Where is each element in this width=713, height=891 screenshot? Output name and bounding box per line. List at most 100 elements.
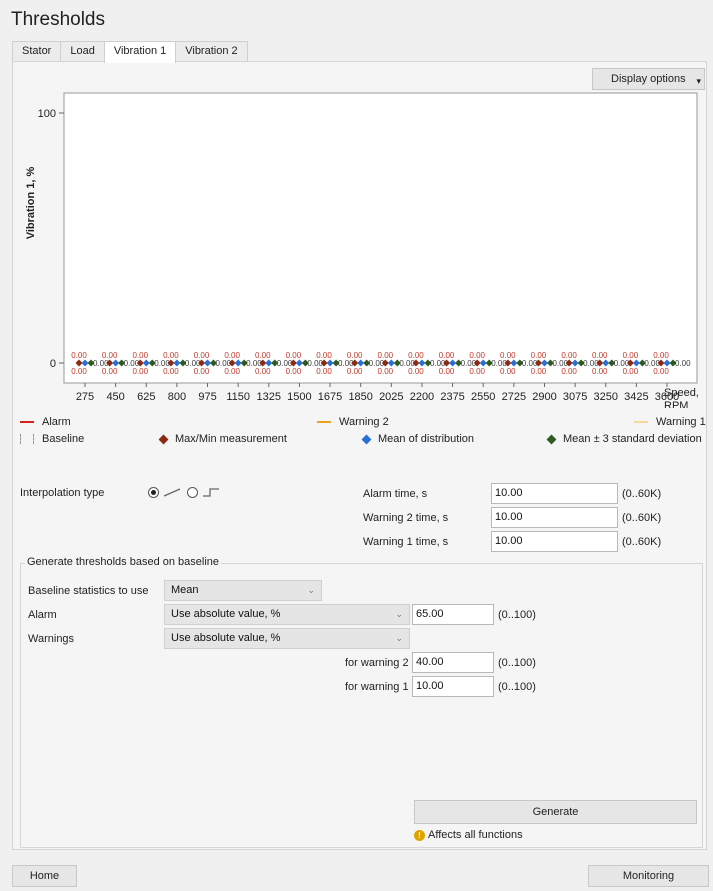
tab-stator[interactable]: Stator	[12, 41, 62, 62]
warning-1-value-label: for warning 1	[345, 681, 409, 693]
legend-warning-1-label: Warning 1	[656, 416, 706, 428]
data-label-min: 0.00	[408, 367, 424, 376]
data-label-min: 0.00	[286, 367, 302, 376]
x-axis-label-line-1: Speed,	[664, 387, 699, 399]
legend-maxmin-label: Max/Min measurement	[175, 433, 287, 445]
legend-warning-2: Warning 2	[317, 416, 389, 428]
data-points: 0.00 0.00 0.00 0.00 0.00 0.00 0.00 0.00 0.00 0.00…	[71, 351, 691, 376]
home-button[interactable]: Home	[12, 865, 77, 887]
legend-alarm: Alarm	[20, 416, 71, 428]
warning-2-line-icon	[317, 421, 331, 423]
data-label-min: 0.00	[71, 367, 87, 376]
warning-2-value-input[interactable]: 40.00	[412, 652, 494, 673]
x-axis-label-line-2: RPM	[664, 400, 688, 408]
x-axis-ticks: 275 450 625 800 975 1150 1325 1500 1675 1850 2025 2…	[76, 383, 679, 403]
warning-2-time-input[interactable]: 10.00	[491, 507, 618, 528]
tab-vibration-1[interactable]: Vibration 1	[103, 41, 177, 63]
x-tick-label: 3250	[593, 391, 617, 403]
warning-1-time-range: (0..60K)	[622, 536, 662, 548]
data-label-max: 0.00	[132, 351, 148, 360]
monitoring-button[interactable]: Monitoring	[588, 865, 709, 887]
x-tick-label: 3075	[563, 391, 587, 403]
data-label-max: 0.00	[378, 351, 394, 360]
data-label-min: 0.00	[469, 367, 485, 376]
x-tick-label: 275	[76, 391, 94, 403]
data-label-min: 0.00	[102, 367, 118, 376]
generate-button[interactable]: Generate	[414, 800, 697, 824]
alarm-value-input[interactable]: 65.00	[412, 604, 494, 625]
alarm-time-range: (0..60K)	[622, 488, 662, 500]
data-label-max: 0.00	[102, 351, 118, 360]
data-label-mean: 0.00	[675, 359, 691, 368]
warning-2-value-label: for warning 2	[345, 657, 409, 669]
data-label-min: 0.00	[500, 367, 516, 376]
baseline-stats-label: Baseline statistics to use	[28, 585, 149, 597]
chevron-down-icon: ⌄	[395, 633, 403, 643]
baseline-stats-select[interactable]: Mean ⌄	[164, 580, 322, 601]
display-options-button[interactable]: Display options ▾	[592, 68, 705, 90]
data-label-min: 0.00	[592, 367, 608, 376]
data-label-min: 0.00	[561, 367, 577, 376]
legend-maxmin: Max/Min measurement	[158, 433, 287, 445]
x-tick-label: 2550	[471, 391, 495, 403]
x-tick-label: 2025	[379, 391, 403, 403]
legend-std-label: Mean ± 3 standard deviation	[563, 433, 702, 445]
legend-warning-1: Warning 1	[634, 416, 706, 428]
data-label-min: 0.00	[378, 367, 394, 376]
data-label-min: 0.00	[347, 367, 363, 376]
mean-diamond-icon	[361, 434, 372, 444]
data-label-min: 0.00	[316, 367, 332, 376]
page-title: Thresholds	[11, 9, 105, 30]
chevron-down-icon: ⌄	[307, 585, 315, 595]
warning-1-time-input[interactable]: 10.00	[491, 531, 618, 552]
alarm-mode-select[interactable]: Use absolute value, % ⌄	[164, 604, 410, 625]
warning-1-value-input[interactable]: 10.00	[412, 676, 494, 697]
warnings-mode-value: Use absolute value, %	[171, 632, 281, 644]
x-axis-label-group: Speed,RPM	[664, 387, 699, 408]
linear-interpolation-icon	[163, 488, 181, 497]
affects-note-text: Affects all functions	[428, 829, 523, 841]
maxmin-diamond-icon	[158, 434, 169, 444]
step-interpolation-icon	[203, 488, 219, 497]
tab-load[interactable]: Load	[60, 41, 105, 62]
baseline-icon	[20, 434, 34, 444]
x-tick-label: 625	[137, 391, 155, 403]
legend-mean-label: Mean of distribution	[378, 433, 474, 445]
legend-baseline-label: Baseline	[42, 433, 85, 445]
warning-2-value-range: (0..100)	[498, 657, 536, 669]
legend-baseline: Baseline	[20, 433, 84, 445]
warning-1-time-label: Warning 1 time, s	[363, 536, 449, 548]
data-label-max: 0.00	[500, 351, 516, 360]
alarm-label: Alarm	[28, 609, 57, 621]
x-tick-label: 1150	[226, 391, 250, 403]
data-label-max: 0.00	[439, 351, 455, 360]
data-label-max: 0.00	[653, 351, 669, 360]
alarm-time-input[interactable]: 10.00	[491, 483, 618, 504]
data-label-max: 0.00	[163, 351, 179, 360]
interpolation-linear-radio[interactable]	[148, 487, 159, 498]
x-tick-label: 2900	[532, 391, 556, 403]
x-tick-label: 2200	[410, 391, 434, 403]
data-label-max: 0.00	[531, 351, 547, 360]
data-label-max: 0.00	[255, 351, 271, 360]
data-label-max: 0.00	[286, 351, 302, 360]
display-options-label: Display options	[611, 73, 686, 85]
warning-2-time-label: Warning 2 time, s	[363, 512, 449, 524]
warning-1-value-range: (0..100)	[498, 681, 536, 693]
interpolation-step-radio[interactable]	[187, 487, 198, 498]
data-label-min: 0.00	[224, 367, 240, 376]
legend-warning-2-label: Warning 2	[339, 416, 389, 428]
warnings-mode-select[interactable]: Use absolute value, % ⌄	[164, 628, 410, 649]
vibration-chart: Vibration 1, % 100 0 275 450 625 800 975 1150 1…	[25, 92, 699, 408]
data-label-min: 0.00	[163, 367, 179, 376]
tab-bar: Stator Load Vibration 1 Vibration 2	[12, 41, 248, 63]
warning-2-time-range: (0..60K)	[622, 512, 662, 524]
x-tick-label: 800	[168, 391, 186, 403]
data-label-max: 0.00	[316, 351, 332, 360]
y-tick-label: 0	[50, 358, 56, 370]
tab-vibration-2[interactable]: Vibration 2	[175, 41, 248, 62]
x-tick-label: 450	[106, 391, 124, 403]
y-axis-label: Vibration 1, %	[25, 167, 37, 240]
data-label-min: 0.00	[132, 367, 148, 376]
generate-group-title: Generate thresholds based on baseline	[25, 556, 222, 568]
